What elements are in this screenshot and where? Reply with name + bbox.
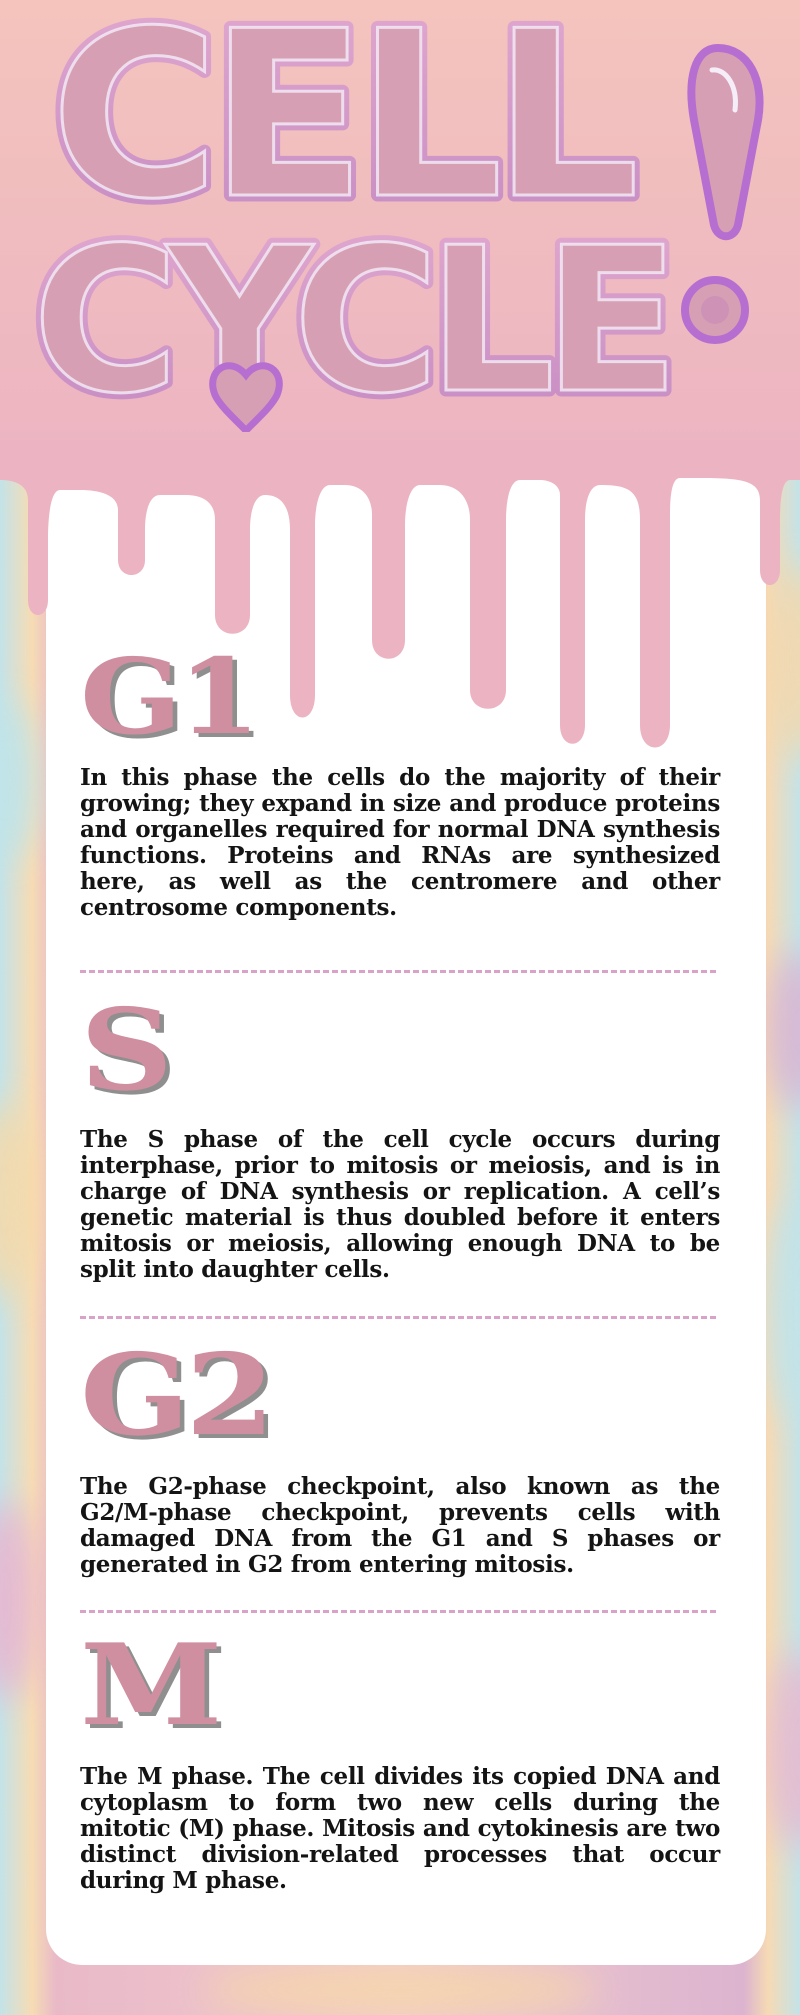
title-graphic: CELL CYCLE CELL CYCLE [26, 0, 764, 445]
title-line2-highlight: CYCLE [32, 205, 667, 438]
background-blob [0, 1100, 40, 1300]
section-divider [80, 1610, 716, 1613]
phase-description: The S phase of the cell cycle occurs dur… [80, 1126, 720, 1283]
background-blob [200, 1965, 600, 2015]
background-blob [765, 950, 800, 1110]
phase-description: The G2-phase checkpoint, also known as t… [80, 1473, 720, 1578]
background-blob [765, 1200, 800, 1420]
phase-section-s: S The S phase of the cell cycle occurs d… [80, 995, 720, 1283]
phase-section-g1: G1 In this phase the cells do the majori… [80, 645, 720, 921]
section-divider [80, 1316, 716, 1319]
phase-description: In this phase the cells do the majority … [80, 764, 720, 921]
phase-section-m: M The M phase. The cell divides its copi… [80, 1630, 720, 1894]
phase-heading: G1 [80, 635, 261, 758]
phase-heading: S [80, 985, 173, 1116]
background-blob [765, 1650, 800, 1850]
section-divider [80, 970, 716, 973]
phase-heading: M [80, 1620, 223, 1751]
phase-description: The M phase. The cell divides its copied… [80, 1763, 720, 1894]
exclamation-icon [681, 43, 764, 344]
phase-heading: G2 [80, 1330, 275, 1461]
phase-section-g2: G2 The G2-phase checkpoint, also known a… [80, 1340, 720, 1578]
background-blob [0, 1500, 40, 1700]
